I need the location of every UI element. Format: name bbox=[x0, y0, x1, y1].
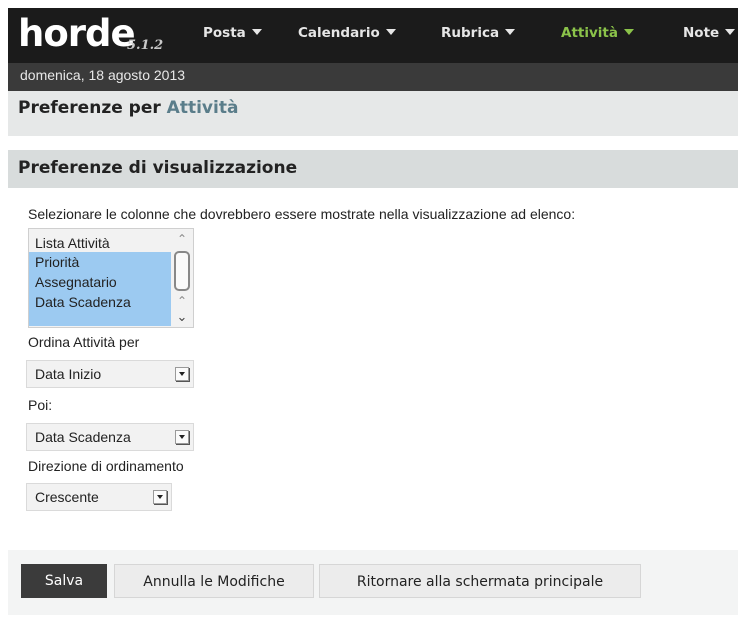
menu-attivita-label: Attività bbox=[561, 25, 618, 41]
menu-posta-label: Posta bbox=[203, 25, 246, 41]
then-by-select[interactable]: Data Scadenza bbox=[26, 423, 194, 451]
page-title-app: Attività bbox=[166, 98, 239, 118]
caret-down-icon bbox=[505, 29, 516, 35]
sort-by-value: Data Inizio bbox=[35, 366, 102, 382]
version-label: 5.1.2 bbox=[127, 38, 164, 53]
menu-calendario[interactable]: Calendario bbox=[298, 24, 396, 42]
sort-by-label: Ordina Attività per bbox=[28, 334, 140, 350]
column-option-priorita[interactable]: Priorità bbox=[29, 252, 172, 272]
select-arrow-icon bbox=[175, 367, 189, 381]
columns-label: Selezionare le colonne che dovrebbero es… bbox=[28, 206, 576, 222]
page-header: Preferenze per Attività bbox=[8, 91, 738, 136]
horde-logo[interactable]: horde bbox=[18, 14, 136, 54]
menu-rubrica[interactable]: Rubrica bbox=[441, 24, 516, 42]
column-option-assegnatario[interactable]: Assegnatario bbox=[29, 272, 172, 292]
cancel-changes-button[interactable]: Annulla le Modifiche bbox=[114, 564, 314, 598]
sort-direction-value: Crescente bbox=[35, 489, 99, 505]
menu-note-label: Note bbox=[683, 25, 720, 41]
menu-note[interactable]: Note bbox=[683, 24, 736, 42]
sort-by-select[interactable]: Data Inizio bbox=[26, 360, 194, 388]
menu-posta[interactable]: Posta bbox=[203, 24, 262, 42]
page-title-prefix: Preferenze per bbox=[18, 98, 161, 118]
date-bar: domenica, 18 agosto 2013 bbox=[8, 63, 738, 91]
caret-down-icon bbox=[385, 29, 396, 35]
scroll-down-icon[interactable]: ⌄ bbox=[175, 310, 189, 323]
caret-down-icon bbox=[725, 29, 736, 35]
column-option-lista-attivita[interactable]: Lista Attività bbox=[29, 233, 172, 253]
scroll-up-icon[interactable]: ⌃ bbox=[175, 233, 189, 245]
top-navigation-bar: horde 5.1.2 Posta Calendario Rubrica Att… bbox=[8, 8, 738, 63]
menu-attivita[interactable]: Attività bbox=[561, 24, 634, 42]
scroll-thumb[interactable] bbox=[174, 251, 190, 291]
menu-calendario-label: Calendario bbox=[298, 25, 380, 41]
return-main-button[interactable]: Ritornare alla schermata principale bbox=[319, 564, 641, 598]
select-arrow-icon bbox=[175, 430, 189, 444]
sort-direction-select[interactable]: Crescente bbox=[26, 483, 172, 511]
section-title: Preferenze di visualizzazione bbox=[18, 158, 298, 178]
caret-down-icon bbox=[251, 29, 262, 35]
columns-multiselect[interactable]: Lista Attività Priorità Assegnatario Dat… bbox=[28, 228, 194, 328]
section-header: Preferenze di visualizzazione bbox=[8, 150, 738, 188]
current-date: domenica, 18 agosto 2013 bbox=[20, 67, 186, 83]
scroll-up-icon[interactable]: ⌃ bbox=[175, 295, 189, 307]
select-arrow-icon bbox=[153, 490, 167, 504]
page-title: Preferenze per Attività bbox=[18, 98, 238, 118]
then-by-value: Data Scadenza bbox=[35, 429, 131, 445]
columns-scrollbar[interactable]: ⌃ ⌃ ⌄ bbox=[171, 229, 193, 327]
form-actions: Salva Annulla le Modifiche Ritornare all… bbox=[8, 550, 738, 615]
caret-down-icon bbox=[623, 29, 634, 35]
column-option-data-scadenza[interactable]: Data Scadenza bbox=[29, 292, 172, 326]
menu-rubrica-label: Rubrica bbox=[441, 25, 500, 41]
sort-direction-label: Direzione di ordinamento bbox=[28, 458, 184, 474]
then-by-label: Poi: bbox=[28, 397, 53, 413]
save-button[interactable]: Salva bbox=[21, 564, 107, 598]
